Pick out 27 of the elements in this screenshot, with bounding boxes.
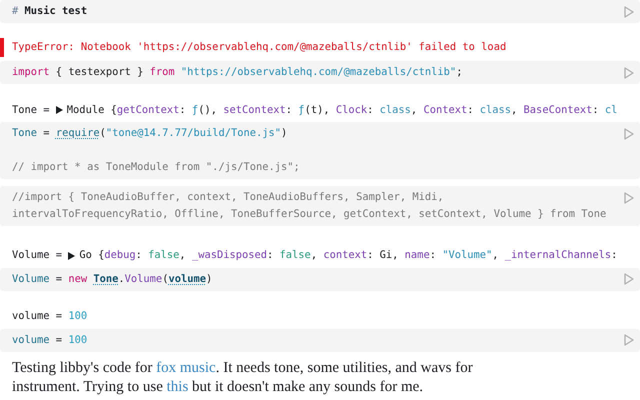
output-text: Tone =: [12, 102, 51, 118]
code-cell[interactable]: Volume = new Tone.Volume(volume): [0, 268, 640, 290]
code-line: volume = 100: [12, 332, 88, 348]
output-text: Volume =: [12, 248, 64, 263]
expand-triangle-icon[interactable]: [68, 252, 76, 260]
output-text: Go {debug: false, _wasDisposed: false, context: Gi, name: "Volume", _internalChannels:: [79, 248, 618, 263]
code-cell[interactable]: volume = 100: [0, 328, 640, 352]
code-cell[interactable]: # Music test: [0, 0, 640, 23]
code-cell[interactable]: import { testexport } from "https://observablehq.com/@mazeballs/ctnlib";: [0, 61, 640, 84]
run-button[interactable]: [622, 270, 636, 288]
code-line: Volume = new Tone.Volume(volume): [12, 272, 214, 286]
code-line: Tone = require("tone@14.7.77/build/Tone.js"): [12, 126, 288, 141]
code-cell[interactable]: //import { ToneAudioBuffer, context, ToneAudioBuffers, Sampler, Midi, intervalToFrequencyRatio, Offline, ToneBufferSource, getContext, setContext, Volume } from Tone: [0, 186, 640, 226]
paragraph: Testing libby's code for fox music. It needs tone, some utilities, and wavs for instrument. Trying to use this but it doesn't make any sounds for me.: [11, 358, 474, 396]
code-line: # Music test: [12, 4, 88, 19]
link[interactable]: fox music: [156, 360, 216, 376]
code-line: intervalToFrequencyRatio, Offline, ToneBufferSource, getContext, setContext, Volume } from Tone: [12, 207, 608, 222]
code-line: import { testexport } from "https://observablehq.com/@mazeballs/ctnlib";: [12, 65, 464, 80]
code-cell[interactable]: Tone = require("tone@14.7.77/build/Tone.js") // import * as ToneModule from "./js/Tone.js";: [0, 122, 640, 179]
link[interactable]: this: [166, 378, 188, 394]
run-button[interactable]: [622, 332, 636, 348]
code-line: // import * as ToneModule from "./js/Tone.js";: [12, 160, 301, 175]
error-message: TypeError: Notebook 'https://observablehq.com/@mazeballs/ctnlib' failed to load: [0, 38, 640, 56]
output-text: Module {getContext: ƒ(), setContext: ƒ(t), Clock: class, Context: class, BaseContext: cl: [66, 102, 618, 118]
output-text: volume = 100: [12, 309, 88, 324]
expand-triangle-icon[interactable]: [56, 106, 63, 114]
code-line: //import { ToneAudioBuffer, context, ToneAudioBuffers, Sampler, Midi,: [12, 190, 445, 205]
